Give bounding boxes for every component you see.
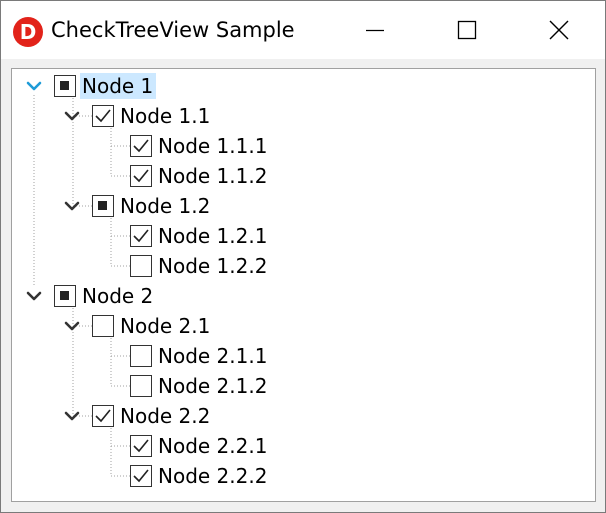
tree-node-label[interactable]: Node 1.1.2 [156, 163, 270, 189]
tree-node-label[interactable]: Node 2 [80, 283, 156, 309]
chevron-down-icon[interactable] [26, 79, 42, 95]
maximize-button[interactable] [421, 1, 513, 59]
tree-node-label[interactable]: Node 2.1.1 [156, 343, 270, 369]
app-logo-icon: D [13, 17, 43, 47]
tree-node[interactable]: Node 1.1.1 [12, 132, 572, 162]
indeterminate-icon [60, 81, 69, 90]
tree-node[interactable]: Node 2.2.1 [12, 432, 572, 462]
tree-node[interactable]: Node 2 [12, 282, 572, 312]
indeterminate-icon [98, 201, 107, 210]
tree-node[interactable]: Node 1.2 [12, 192, 572, 222]
tree-node[interactable]: Node 1.2.2 [12, 252, 572, 282]
checkbox-checked[interactable] [92, 405, 114, 427]
checkbox-unchecked[interactable] [130, 255, 152, 277]
checkbox-checked[interactable] [130, 165, 152, 187]
tree-node[interactable]: Node 2.1.2 [12, 372, 572, 402]
checkbox-unchecked[interactable] [130, 375, 152, 397]
tree-node-label[interactable]: Node 2.2 [118, 403, 213, 429]
check-tree-view[interactable]: Node 1 Node 1.1 Node 1.1.1 Node 1.1.2 Node 1… [11, 68, 596, 502]
tree-node[interactable]: Node 2.2 [12, 402, 572, 432]
chevron-down-icon[interactable] [64, 319, 80, 335]
tree-node[interactable]: Node 1.1 [12, 102, 572, 132]
tree-node[interactable]: Node 2.2.2 [12, 462, 572, 492]
tree-node[interactable]: Node 2.1 [12, 312, 572, 342]
title-bar[interactable]: D CheckTreeView Sample [1, 1, 605, 59]
app-window: D CheckTreeView Sample Node 1 Node 1.1 Nod… [0, 0, 606, 513]
tree-node[interactable]: Node 1.1.2 [12, 162, 572, 192]
checkmark-icon [95, 409, 111, 423]
tree-node-label[interactable]: Node 2.1 [118, 313, 213, 339]
tree-node-label[interactable]: Node 1.1 [118, 103, 213, 129]
checkmark-icon [95, 109, 111, 123]
tree-node[interactable]: Node 1 [12, 72, 572, 102]
checkbox-indeterminate[interactable] [54, 285, 76, 307]
maximize-icon [457, 20, 477, 40]
tree-node-label[interactable]: Node 2.1.2 [156, 373, 270, 399]
checkbox-checked[interactable] [130, 135, 152, 157]
indeterminate-icon [60, 291, 69, 300]
checkbox-indeterminate[interactable] [92, 195, 114, 217]
checkbox-checked[interactable] [130, 435, 152, 457]
tree-node-label[interactable]: Node 1.2.2 [156, 253, 270, 279]
close-icon [549, 20, 569, 40]
checkmark-icon [133, 469, 149, 483]
checkbox-unchecked[interactable] [92, 315, 114, 337]
tree-node[interactable]: Node 1.2.1 [12, 222, 572, 252]
tree-node-label[interactable]: Node 1 [80, 73, 157, 99]
tree-node-label[interactable]: Node 2.2.1 [156, 433, 270, 459]
minimize-button[interactable] [329, 1, 421, 59]
checkmark-icon [133, 139, 149, 153]
tree-node-label[interactable]: Node 1.1.1 [156, 133, 270, 159]
chevron-down-icon[interactable] [26, 289, 42, 305]
chevron-down-icon[interactable] [64, 409, 80, 425]
minimize-icon [366, 29, 384, 32]
checkbox-checked[interactable] [92, 105, 114, 127]
chevron-down-icon[interactable] [64, 199, 80, 215]
checkmark-icon [133, 229, 149, 243]
close-button[interactable] [513, 1, 605, 59]
checkbox-checked[interactable] [130, 465, 152, 487]
checkbox-indeterminate[interactable] [54, 75, 76, 97]
chevron-down-icon[interactable] [64, 109, 80, 125]
checkbox-checked[interactable] [130, 225, 152, 247]
tree-node[interactable]: Node 2.1.1 [12, 342, 572, 372]
window-title: CheckTreeView Sample [51, 18, 295, 42]
checkbox-unchecked[interactable] [130, 345, 152, 367]
tree-node-label[interactable]: Node 2.2.2 [156, 463, 270, 489]
tree-node-label[interactable]: Node 1.2.1 [156, 223, 270, 249]
checkmark-icon [133, 169, 149, 183]
tree-node-label[interactable]: Node 1.2 [118, 193, 213, 219]
checkmark-icon [133, 439, 149, 453]
